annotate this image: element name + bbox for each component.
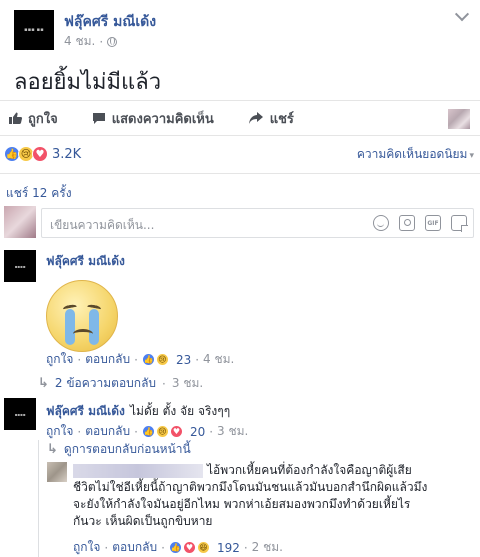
- crying-sticker: [46, 280, 118, 352]
- camera-icon[interactable]: [399, 215, 415, 231]
- comment-like-link[interactable]: ถูกใจ: [46, 422, 73, 441]
- post-meta: 4 ชม. ·: [64, 32, 118, 51]
- emoji-icon[interactable]: [373, 215, 389, 231]
- divider: [0, 173, 480, 174]
- comment-actions: ถูกใจ · ตอบกลับ · 👍 😢 ♥ 20 · 3 ชม.: [46, 422, 248, 441]
- comment-label: แสดงความคิดเห็น: [111, 111, 214, 127]
- comment-actions: ถูกใจ · ตอบกลับ · 👍 😢 23 · 4 ชม.: [46, 350, 234, 369]
- comment-placeholder: เขียนความคิดเห็น...: [50, 218, 155, 232]
- comment-time[interactable]: 3 ชม.: [217, 422, 248, 441]
- comment-like-link[interactable]: ถูกใจ: [46, 350, 73, 369]
- comment: ▪▪▪▪ ฟลุ๊คศรี มณีเด้ง ไม่ดั้ย ตั้ง จัย จ…: [4, 398, 474, 557]
- reply-text-line2: ชีวิตไม่ใช่อีเหี้ยนี้ถ้าญาติพวกมึงโดนมัน…: [73, 480, 428, 494]
- like-reaction-icon: 👍: [141, 353, 155, 366]
- post-header: ▪▪▪ ▪▪ ฟลุ๊คศรี มณีเด้ง 4 ชม. ·: [14, 8, 470, 56]
- sticker-icon[interactable]: [451, 215, 468, 232]
- reactions-summary: 👍 😢 ♥ 3.2K ความคิดเห็นยอดนิยม: [4, 143, 474, 165]
- comment-time[interactable]: 4 ชม.: [203, 350, 234, 369]
- gif-icon[interactable]: GIF: [425, 215, 441, 231]
- chevron-down-icon[interactable]: [454, 10, 470, 24]
- like-label: ถูกใจ: [28, 111, 58, 127]
- sad-reaction-icon: 😢: [155, 353, 169, 366]
- post-author[interactable]: ฟลุ๊คศรี มณีเด้ง: [64, 11, 156, 33]
- avatar[interactable]: [47, 462, 67, 482]
- like-button[interactable]: ถูกใจ: [8, 108, 58, 129]
- reply-like-link[interactable]: ถูกใจ: [73, 538, 100, 557]
- page-avatar[interactable]: ▪▪▪ ▪▪: [14, 10, 54, 50]
- reply-text-line1: ไอ้พวกเหี้ยคนที่ต้องกำลังใจคือญาติผู้เสี…: [207, 463, 412, 477]
- replies-thread: ↳ ดูการตอบกลับก่อนหน้านี้ ไอ้พวกเหี้ยคนท…: [38, 440, 468, 557]
- share-button[interactable]: แชร์: [248, 108, 294, 129]
- reply-reply-link[interactable]: ตอบกลับ: [112, 538, 157, 557]
- love-reaction-icon: ♥: [169, 425, 183, 438]
- comment-input[interactable]: เขียนความคิดเห็น... GIF: [41, 208, 474, 238]
- comment-reply-link[interactable]: ตอบกลับ: [85, 422, 130, 441]
- comment-reaction-count[interactable]: 23: [176, 353, 191, 367]
- comment-text: ไม่ดั้ย ตั้ง จัย จริงๆๆ: [130, 404, 231, 418]
- comment-author[interactable]: ฟลุ๊คศรี มณีเด้ง: [46, 252, 125, 271]
- comment-author[interactable]: ฟลุ๊คศรี มณีเด้ง: [46, 404, 125, 418]
- share-arrow-icon: [248, 112, 263, 124]
- reply-arrow-icon: ↳: [38, 376, 49, 391]
- reply-reaction-count[interactable]: 192: [217, 541, 240, 555]
- redacted-author[interactable]: [73, 463, 203, 478]
- reply-text-line3: จะยังให้กำลังใจมันอยู่อีกไหม พวกห่าเอ้ยส…: [73, 497, 411, 511]
- love-reaction-icon: ♥: [182, 541, 196, 554]
- globe-icon: [107, 36, 118, 47]
- reply-time[interactable]: 2 ชม.: [252, 538, 283, 557]
- share-count[interactable]: แชร์ 12 ครั้ง: [6, 184, 72, 203]
- viewer-avatar[interactable]: [448, 109, 470, 129]
- love-reaction-icon[interactable]: ♥: [32, 146, 48, 162]
- haha-reaction-icon: 😆: [196, 541, 210, 554]
- comment-reply-link[interactable]: ตอบกลับ: [85, 350, 130, 369]
- reaction-count[interactable]: 3.2K: [52, 147, 81, 162]
- reply-text-line4: กันวะ เห็นผิดเป็นถูกขิบหาย: [73, 514, 213, 528]
- comment: ▪▪▪▪ ฟลุ๊คศรี มณีเด้ง ถูกใจ · ตอบกลับ · …: [4, 250, 474, 393]
- sad-reaction-icon: 😢: [155, 425, 169, 438]
- avatar: [4, 206, 36, 238]
- like-reaction-icon: 👍: [141, 425, 155, 438]
- reply-comment: ไอ้พวกเหี้ยคนที่ต้องกำลังใจคือญาติผู้เสี…: [39, 462, 468, 557]
- comment-button[interactable]: แสดงความคิดเห็น: [92, 108, 214, 129]
- view-previous-replies-link[interactable]: ↳ ดูการตอบกลับก่อนหน้านี้: [47, 440, 191, 459]
- share-label: แชร์: [269, 111, 294, 127]
- view-replies-link[interactable]: ↳ 2 ข้อความตอบกลับ · 3 ชม.: [38, 374, 203, 393]
- post-time[interactable]: 4 ชม.: [64, 32, 95, 51]
- action-bar: ถูกใจ แสดงความคิดเห็น แชร์: [0, 100, 480, 136]
- avatar[interactable]: ▪▪▪▪: [4, 250, 36, 282]
- reply-actions: ถูกใจ · ตอบกลับ · 👍 ♥ 😆 192 · 2 ชม.: [73, 538, 283, 557]
- comment-reaction-count[interactable]: 20: [190, 425, 205, 439]
- like-reaction-icon: 👍: [168, 541, 182, 554]
- post-text: ลอยยิ้มไม่มีแล้ว: [14, 70, 162, 95]
- comment-icon: [92, 113, 105, 124]
- thumbs-up-icon: [9, 112, 22, 124]
- avatar[interactable]: ▪▪▪▪: [4, 398, 36, 430]
- comment-composer: เขียนความคิดเห็น... GIF: [4, 206, 474, 242]
- comment-sort-dropdown[interactable]: ความคิดเห็นยอดนิยม: [357, 145, 474, 164]
- reply-arrow-icon: ↳: [47, 442, 58, 457]
